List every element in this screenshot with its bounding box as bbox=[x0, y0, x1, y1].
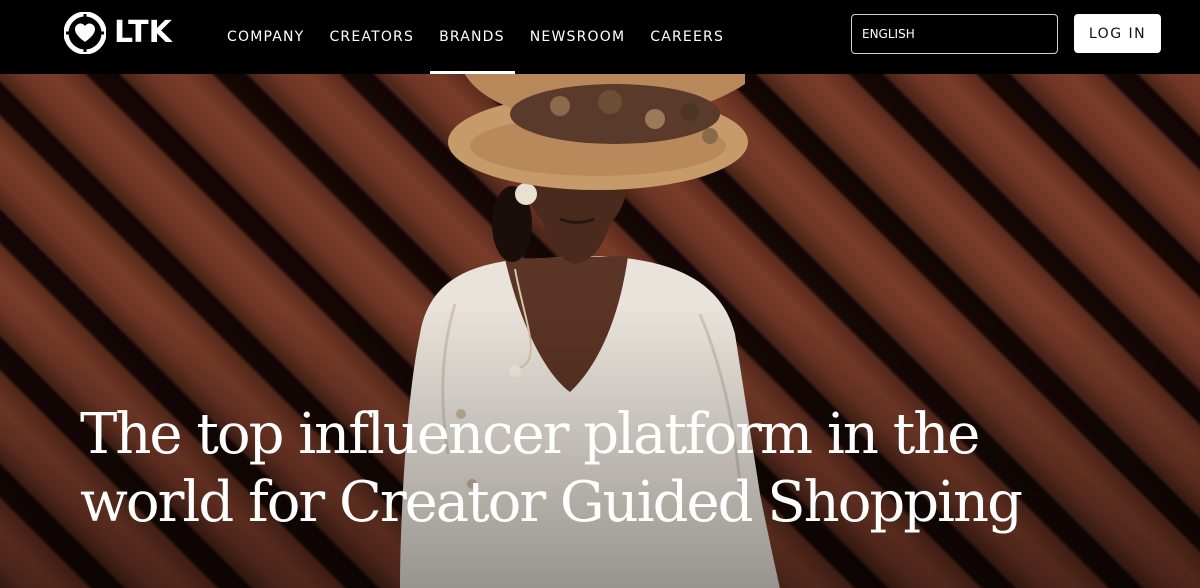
nav-item-company[interactable]: COMPANY bbox=[227, 0, 304, 74]
nav-item-careers[interactable]: CAREERS bbox=[650, 0, 724, 74]
nav-item-brands[interactable]: BRANDS bbox=[430, 0, 515, 74]
hero-banner: The top influencer platform in the world… bbox=[0, 74, 1200, 588]
ltk-heart-logo-icon bbox=[64, 12, 106, 54]
nav-item-creators[interactable]: CREATORS bbox=[329, 0, 414, 74]
main-nav: COMPANY CREATORS BRANDS NEWSROOM CAREERS bbox=[227, 0, 749, 74]
hero-headline: The top influencer platform in the world… bbox=[80, 402, 1023, 535]
top-navigation-bar: LTK COMPANY CREATORS BRANDS NEWSROOM CAR… bbox=[0, 0, 1200, 74]
login-button[interactable]: LOG IN bbox=[1074, 14, 1161, 53]
logo-text: LTK bbox=[114, 15, 172, 50]
nav-item-newsroom[interactable]: NEWSROOM bbox=[530, 0, 626, 74]
ltk-logo[interactable]: LTK bbox=[64, 12, 172, 54]
language-select[interactable]: ENGLISH bbox=[851, 14, 1058, 54]
